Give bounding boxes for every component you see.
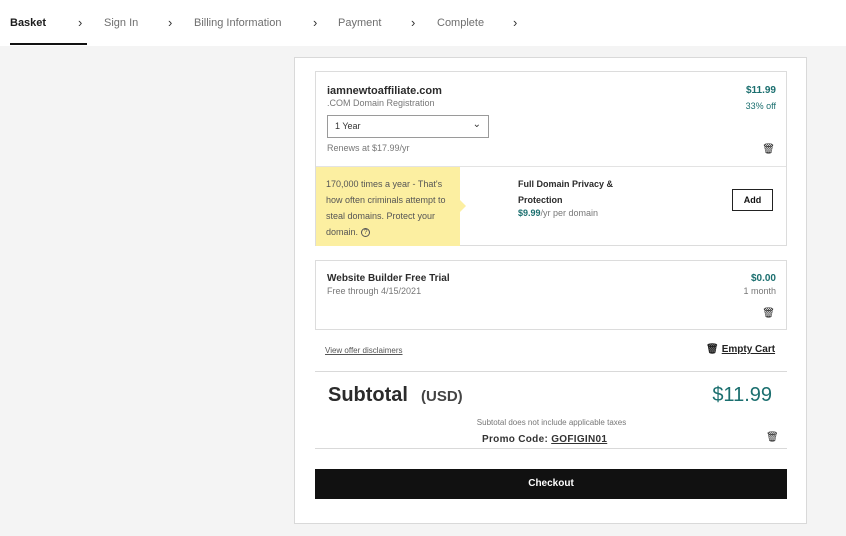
privacy-product-name: Full Domain Privacy & Protection <box>518 179 614 205</box>
subtotal-label: Subtotal <box>328 384 408 406</box>
promo-code-value[interactable]: GOFIGIN01 <box>551 434 607 445</box>
domain-cart-item: iamnewtoaffiliate.com .COM Domain Regist… <box>315 71 787 246</box>
promo-code-line: Promo Code: GOFIGIN01 <box>482 434 607 445</box>
website-builder-price: $0.00 <box>750 273 776 284</box>
chevron-right-icon: › <box>78 15 83 30</box>
term-select-value: 1 Year <box>335 121 361 131</box>
empty-cart-label: Empty Cart <box>721 344 776 355</box>
domain-price: $11.99 <box>745 85 776 96</box>
checkout-button[interactable]: Checkout <box>315 469 787 499</box>
trash-icon[interactable]: 🗑 <box>766 432 779 443</box>
chevron-right-icon: › <box>411 15 416 30</box>
help-icon[interactable]: ? <box>361 228 371 237</box>
active-step-indicator <box>10 43 87 45</box>
promo-code-label: Promo Code: <box>482 434 549 445</box>
chevron-right-icon: › <box>513 15 518 30</box>
website-builder-cart-item: Website Builder Free Trial Free through … <box>315 260 787 330</box>
currency-label: (USD) <box>421 388 463 405</box>
tax-note: Subtotal does not include applicable tax… <box>476 418 627 427</box>
website-builder-name: Website Builder Free Trial <box>327 273 450 284</box>
step-basket[interactable]: Basket <box>10 17 46 29</box>
domain-type: .COM Domain Registration <box>327 98 435 108</box>
domain-discount: 33% off <box>745 101 776 111</box>
divider <box>315 448 787 449</box>
step-complete[interactable]: Complete <box>437 17 484 29</box>
step-payment[interactable]: Payment <box>338 17 381 29</box>
trash-icon: 🗑 <box>706 344 719 355</box>
website-builder-free-through: Free through 4/15/2021 <box>327 286 422 296</box>
subtotal-value: $11.99 <box>712 384 772 406</box>
domain-name: iamnewtoaffiliate.com <box>327 85 442 97</box>
privacy-product-price: $9.99/yr per domain <box>518 208 598 218</box>
renewal-price: Renews at $17.99/yr <box>327 143 410 153</box>
chevron-right-icon: › <box>168 15 173 30</box>
divider <box>315 371 787 372</box>
privacy-price-value: $9.99 <box>518 208 541 218</box>
add-privacy-button[interactable]: Add <box>732 189 773 211</box>
chevron-down-icon: ⌄ <box>472 119 481 130</box>
checkout-steps-bar: Basket › Sign In › Billing Information ›… <box>0 0 846 46</box>
trash-icon[interactable]: 🗑 <box>762 308 775 319</box>
step-billing-information[interactable]: Billing Information <box>194 17 281 29</box>
chevron-right-icon: › <box>313 15 318 30</box>
trash-icon[interactable]: 🗑 <box>762 144 775 155</box>
privacy-tip-text: 170,000 times a year - That's how often … <box>326 179 446 237</box>
cart-panel: iamnewtoaffiliate.com .COM Domain Regist… <box>294 57 807 524</box>
privacy-tip: 170,000 times a year - That's how often … <box>316 167 466 246</box>
privacy-price-suffix: /yr per domain <box>540 208 599 218</box>
website-builder-term: 1 month <box>743 286 776 296</box>
step-sign-in[interactable]: Sign In <box>104 17 138 29</box>
view-offer-disclaimers-link[interactable]: View offer disclaimers <box>325 346 403 355</box>
empty-cart-button[interactable]: 🗑 Empty Cart <box>706 344 775 355</box>
term-select[interactable]: 1 Year ⌄ <box>327 115 489 138</box>
